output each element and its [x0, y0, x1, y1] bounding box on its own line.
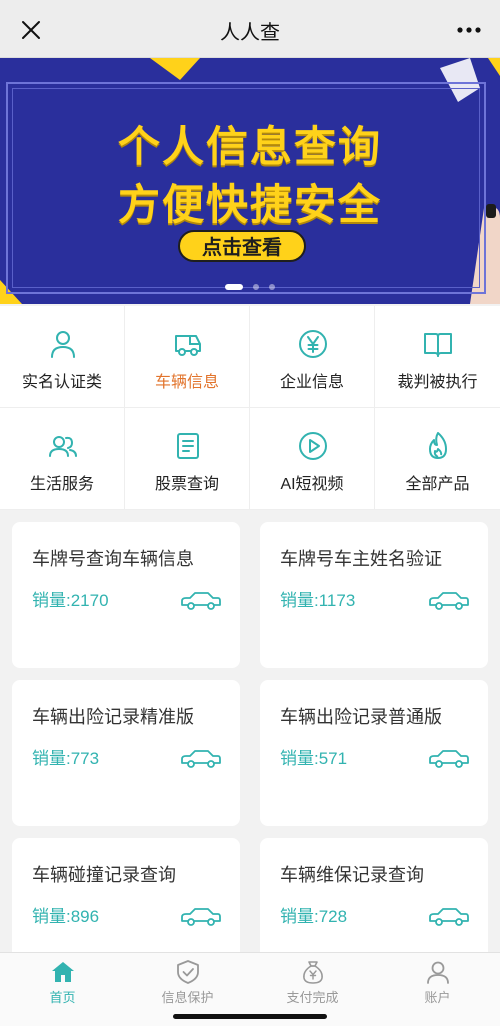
user-icon	[51, 331, 75, 358]
users-icon	[49, 436, 77, 457]
product-name: 车辆出险记录普通版	[280, 707, 442, 727]
category-label: 企业信息	[279, 374, 344, 391]
more-icon[interactable]	[454, 17, 484, 43]
product-sales: 销量:2170	[32, 591, 109, 610]
category-enterprise[interactable]: 企业信息	[250, 306, 375, 408]
category-judgement[interactable]: 裁判被执行	[375, 306, 500, 408]
promo-banner[interactable]: 个人信息查询 方便快捷安全 点击查看	[0, 58, 500, 304]
car-icon	[429, 908, 469, 926]
product-name: 车牌号车主姓名验证	[280, 549, 442, 569]
category-stock[interactable]: 股票查询	[125, 408, 250, 510]
money-bag-icon	[303, 961, 323, 984]
truck-icon	[175, 335, 201, 356]
product-card[interactable]: 车辆维保记录查询 销量:728	[260, 838, 488, 952]
product-card[interactable]: 车牌号车主姓名验证 销量:1173	[260, 522, 488, 668]
car-icon	[429, 592, 469, 610]
book-icon	[424, 333, 452, 357]
shield-icon	[177, 960, 199, 984]
carousel-dots	[0, 278, 500, 296]
category-label: 裁判被执行	[397, 374, 478, 391]
product-name: 车辆出险记录精准版	[32, 707, 194, 727]
product-sales: 销量:1173	[280, 591, 356, 610]
carousel-dot-2[interactable]	[253, 283, 259, 290]
car-icon	[181, 908, 221, 926]
product-list: 车牌号查询车辆信息 销量:2170 车牌号车主姓名验证 销量:1173 车辆出险…	[0, 510, 500, 952]
product-name: 车辆维保记录查询	[280, 865, 424, 885]
tab-payment-complete[interactable]: 支付完成	[250, 953, 375, 1013]
banner-headline: 个人信息查询	[117, 123, 382, 170]
banner-cta-button[interactable]: 点击查看	[178, 230, 306, 262]
tab-label: 信息保护	[161, 990, 214, 1005]
category-grid: 实名认证类 车辆信息 企业信息 裁判被执行 生活服务 股票查询 AI短视频 全部…	[0, 306, 500, 510]
account-icon	[427, 961, 449, 984]
tab-info-protection[interactable]: 信息保护	[125, 953, 250, 1013]
category-label: 实名认证类	[21, 374, 102, 391]
product-sales: 销量:773	[32, 749, 100, 768]
category-label: 车辆信息	[154, 374, 219, 391]
product-card[interactable]: 车牌号查询车辆信息 销量:2170	[12, 522, 240, 668]
banner-subheadline: 方便快捷安全	[117, 181, 382, 228]
tab-label: 首页	[49, 990, 76, 1005]
yen-icon	[299, 330, 327, 358]
product-card[interactable]: 车辆出险记录普通版 销量:571	[260, 680, 488, 826]
category-ai-video[interactable]: AI短视频	[250, 408, 375, 510]
category-all-products[interactable]: 全部产品	[375, 408, 500, 510]
carousel-dot-1[interactable]	[224, 283, 243, 290]
product-card[interactable]: 车辆出险记录精准版 销量:773	[12, 680, 240, 826]
category-label: 生活服务	[29, 476, 94, 493]
tab-label: 支付完成	[286, 990, 339, 1005]
product-sales: 销量:728	[280, 907, 348, 926]
car-icon	[181, 592, 221, 610]
category-label: 全部产品	[405, 476, 470, 493]
page-title: 人人查	[220, 22, 280, 44]
category-label: 股票查询	[154, 476, 219, 493]
car-icon	[181, 750, 221, 768]
category-life-service[interactable]: 生活服务	[0, 408, 125, 510]
tab-account[interactable]: 账户	[375, 953, 500, 1013]
tab-label: 账户	[424, 990, 451, 1005]
car-icon	[429, 750, 469, 768]
carousel-dot-3[interactable]	[269, 283, 276, 290]
play-icon	[299, 432, 327, 460]
category-label: AI短视频	[280, 476, 344, 493]
home-icon	[52, 962, 74, 982]
document-icon	[177, 433, 199, 459]
tab-home[interactable]: 首页	[0, 953, 125, 1013]
product-name: 车牌号查询车辆信息	[32, 549, 194, 569]
category-vehicle[interactable]: 车辆信息	[125, 306, 250, 408]
product-sales: 销量:896	[32, 907, 100, 926]
fire-icon	[429, 432, 447, 459]
home-indicator	[173, 1014, 327, 1019]
title-bar: 人人查	[0, 0, 500, 58]
product-card[interactable]: 车辆碰撞记录查询 销量:896	[12, 838, 240, 952]
product-name: 车辆碰撞记录查询	[32, 865, 176, 885]
category-realname[interactable]: 实名认证类	[0, 306, 125, 408]
product-sales: 销量:571	[280, 749, 348, 768]
